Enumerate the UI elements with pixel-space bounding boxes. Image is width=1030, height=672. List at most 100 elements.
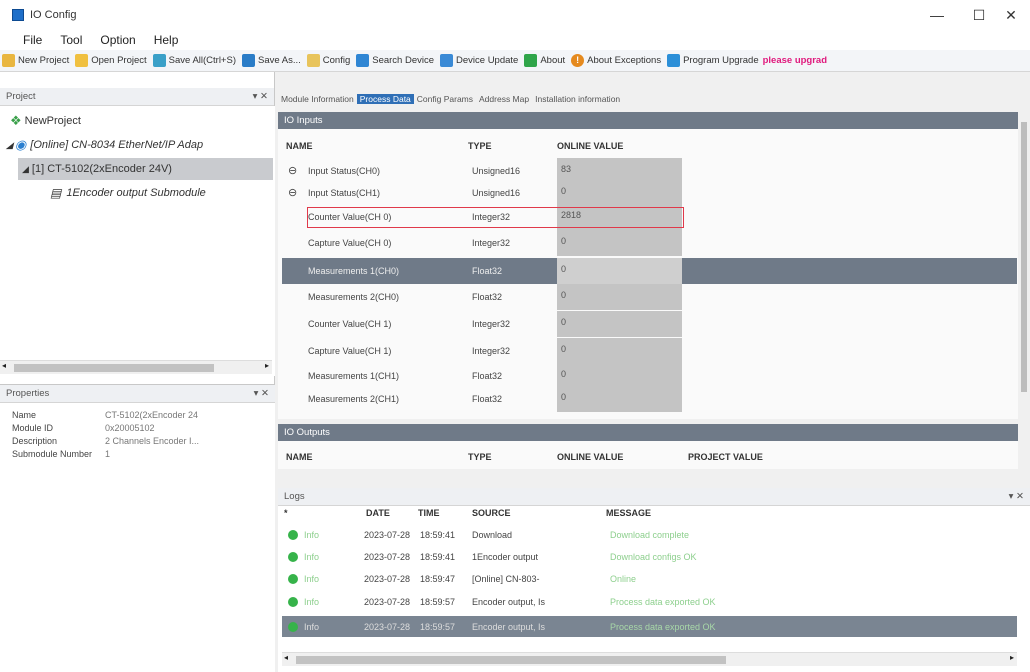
save-icon xyxy=(241,54,255,67)
log-date: 2023-07-28 xyxy=(364,597,411,607)
collapse-icon[interactable]: ⊖ xyxy=(288,164,297,177)
log-level: Info xyxy=(304,552,320,562)
menu-tool[interactable]: Tool xyxy=(51,33,91,47)
row-name: Measurements 2(CH1) xyxy=(308,394,400,404)
log-row[interactable]: Info 2023-07-28 18:59:47 [Online] CN-803… xyxy=(282,568,1017,589)
title-bar: IO Config — ☐ ✕ xyxy=(0,0,1030,30)
info-status-icon xyxy=(288,597,298,607)
log-message: Download configs OK xyxy=(610,552,697,562)
highlight-box xyxy=(307,207,684,228)
menu-option[interactable]: Option xyxy=(91,33,144,47)
module-tabs: Module Information Process Data Config P… xyxy=(278,92,623,106)
logs-hscrollbar[interactable]: ◂ ▸ xyxy=(282,652,1017,666)
tab-config-params[interactable]: Config Params xyxy=(414,94,476,104)
tab-module-information[interactable]: Module Information xyxy=(278,94,357,104)
collapse-icon[interactable]: ⊖ xyxy=(288,186,297,199)
prop-row[interactable]: Module ID 0x20005102 xyxy=(0,421,275,434)
tree-item-module[interactable]: ◢ [1] CT-5102(2xEncoder 24V) xyxy=(18,158,273,180)
close-button[interactable]: ✕ xyxy=(988,0,1030,30)
col-online-value: ONLINE VALUE xyxy=(557,141,624,151)
tree-item-adapter[interactable]: ◢ ◉ [Online] CN-8034 EtherNet/IP Adap xyxy=(6,134,203,156)
log-time: 18:59:41 xyxy=(420,552,456,562)
row-name: Measurements 1(CH0) xyxy=(308,266,400,276)
log-message: Process data exported OK xyxy=(610,597,716,607)
log-source: [Online] CN-803- xyxy=(472,574,540,584)
tree-item-newproject[interactable]: ❖ NewProject xyxy=(10,110,81,132)
row-name: Capture Value(CH 1) xyxy=(308,346,392,356)
logs-scroll-thumb[interactable] xyxy=(296,656,726,664)
log-row[interactable]: Info 2023-07-28 18:59:57 Encoder output,… xyxy=(282,591,1017,612)
scroll-left-icon[interactable]: ◂ xyxy=(284,653,288,662)
panel-pin-icon[interactable]: ▾ ✕ xyxy=(254,388,269,399)
row-name: Measurements 1(CH1) xyxy=(308,371,400,381)
tree-hscrollbar[interactable]: ◂ ▸ xyxy=(0,360,272,374)
properties-header: Properties ▾ ✕ xyxy=(0,385,275,403)
process-vscrollbar[interactable] xyxy=(1019,112,1029,472)
save-as-button[interactable]: Save As... xyxy=(240,54,305,67)
expand-icon[interactable]: ◢ xyxy=(6,140,13,151)
scroll-right-icon[interactable]: ▸ xyxy=(265,361,269,370)
log-date: 2023-07-28 xyxy=(364,552,411,562)
about-exceptions-button[interactable]: ! About Exceptions xyxy=(569,54,665,67)
new-project-button[interactable]: New Project xyxy=(0,54,73,67)
prop-key: Description xyxy=(12,435,58,446)
about-exceptions-label: About Exceptions xyxy=(587,55,662,66)
menu-bar: File Tool Option Help xyxy=(0,30,1030,50)
open-project-label: Open Project xyxy=(91,55,147,66)
col-message: MESSAGE xyxy=(606,508,652,518)
menu-file[interactable]: File xyxy=(14,33,51,47)
info-status-icon xyxy=(288,552,298,562)
process-row[interactable]: Measurements 2(CH0) Float32 0 xyxy=(282,284,1017,310)
device-update-button[interactable]: Device Update xyxy=(438,54,522,67)
col-date: DATE xyxy=(366,508,390,518)
process-row[interactable]: ⊖ Input Status(CH1) Unsigned16 0 xyxy=(282,180,1017,206)
tab-installation-information[interactable]: Installation information xyxy=(532,94,623,104)
tree-label: [Online] CN-8034 EtherNet/IP Adap xyxy=(30,139,204,151)
col-time: TIME xyxy=(418,508,440,518)
prop-row[interactable]: Submodule Number 1 xyxy=(0,447,275,460)
program-upgrade-button[interactable]: Program Upgrade xyxy=(665,54,763,67)
globe-icon: ◉ xyxy=(14,137,27,152)
col-name: NAME xyxy=(286,141,313,151)
prop-row[interactable]: Name CT-5102(2xEncoder 24 xyxy=(0,408,275,421)
tree-label: 1Encoder output Submodule xyxy=(66,187,206,199)
folder-icon xyxy=(75,54,89,67)
tree-scroll-thumb[interactable] xyxy=(14,364,214,372)
expand-icon[interactable]: ◢ xyxy=(22,164,29,175)
panel-pin-icon[interactable]: ▾ ✕ xyxy=(253,91,268,102)
process-row[interactable]: Capture Value(CH 0) Integer32 0 xyxy=(282,230,1017,256)
config-label: Config xyxy=(322,55,351,66)
search-device-label: Search Device xyxy=(372,55,435,66)
save-all-button[interactable]: Save All(Ctrl+S) xyxy=(151,54,240,67)
row-online-value: 0 xyxy=(557,230,682,256)
panel-pin-icon[interactable]: ▾ ✕ xyxy=(1009,491,1024,502)
process-row[interactable]: Measurements 1(CH0) Float32 0 xyxy=(282,258,1017,284)
tab-address-map[interactable]: Address Map xyxy=(476,94,532,104)
prop-row[interactable]: Description 2 Channels Encoder I... xyxy=(0,434,275,447)
about-icon xyxy=(524,54,538,67)
scroll-left-icon[interactable]: ◂ xyxy=(2,361,6,370)
menu-help[interactable]: Help xyxy=(145,33,188,47)
prop-value: 0x20005102 xyxy=(105,422,155,433)
process-row[interactable]: Counter Value(CH 1) Integer32 0 xyxy=(282,311,1017,337)
prop-key: Name xyxy=(12,409,37,420)
log-row[interactable]: Info 2023-07-28 18:59:41 Download Downlo… xyxy=(282,524,1017,545)
process-row[interactable]: Capture Value(CH 1) Integer32 0 xyxy=(282,338,1017,364)
log-row[interactable]: Info 2023-07-28 18:59:41 1Encoder output… xyxy=(282,546,1017,567)
row-type: Float32 xyxy=(472,292,503,302)
minimize-button[interactable]: — xyxy=(914,0,960,30)
row-online-value: 0 xyxy=(557,311,682,337)
process-scroll-thumb[interactable] xyxy=(1021,122,1027,392)
tree-item-submodule[interactable]: ▤ 1Encoder output Submodule xyxy=(50,182,206,204)
tab-process-data[interactable]: Process Data xyxy=(356,94,414,104)
scroll-right-icon[interactable]: ▸ xyxy=(1010,653,1014,662)
log-date: 2023-07-28 xyxy=(364,622,411,632)
search-device-button[interactable]: Search Device xyxy=(354,54,438,67)
log-row[interactable]: Info 2023-07-28 18:59:57 Encoder output,… xyxy=(282,616,1017,637)
config-button[interactable]: Config xyxy=(305,54,354,67)
prop-value: 1 xyxy=(105,448,111,459)
about-button[interactable]: About xyxy=(522,54,569,67)
open-project-button[interactable]: Open Project xyxy=(73,54,150,67)
io-inputs-header: IO Inputs xyxy=(278,112,1018,129)
process-row[interactable]: Measurements 2(CH1) Float32 0 xyxy=(282,386,1017,412)
